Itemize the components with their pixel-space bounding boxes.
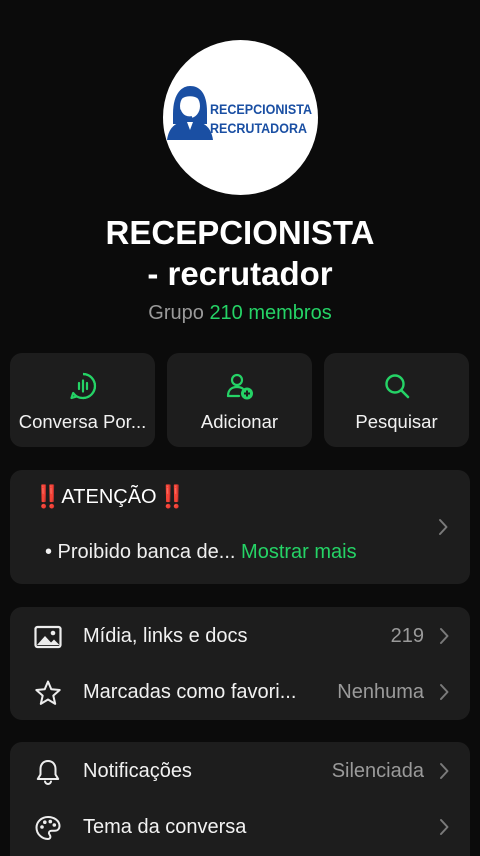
group-name-line2: - recrutador — [147, 255, 333, 292]
description-title: ‼️ ATENÇÃO ‼️ — [34, 484, 186, 510]
starred-messages-value: Nenhuma — [337, 681, 424, 703]
logo-text-line1: RECEPCIONISTA — [210, 102, 312, 117]
logo-text-line2: RECRUTADORA — [210, 121, 307, 136]
group-info-screen: RECEPCIONISTA RECRUTADORA RECEPCIONISTA … — [0, 0, 480, 856]
voice-chat-icon — [69, 372, 96, 400]
add-member-button[interactable]: Adicionar — [167, 353, 312, 447]
starred-messages-label: Marcadas como favori... — [83, 681, 297, 703]
description-preview: • Proibido banca de... Mostrar mais — [45, 541, 357, 564]
chevron-right-icon — [440, 819, 449, 835]
description-title-text: ATENÇÃO — [61, 485, 157, 508]
notifications-label: Notificações — [83, 760, 192, 782]
voice-chat-button[interactable]: Conversa Por... — [10, 353, 155, 447]
search-label: Pesquisar — [355, 411, 438, 432]
alert-emoji-icon: ‼️ — [34, 484, 61, 509]
chevron-right-icon — [440, 684, 449, 700]
star-icon — [35, 680, 61, 705]
notifications-status: Silenciada — [331, 760, 424, 782]
media-links-docs-label: Mídia, links e docs — [83, 625, 248, 647]
group-type-label: Grupo — [148, 302, 204, 324]
notifications-row[interactable]: Notificações Silenciada — [10, 743, 470, 799]
palette-icon — [35, 816, 61, 840]
media-links-docs-row[interactable]: Mídia, links e docs 219 — [10, 608, 470, 664]
search-icon — [384, 374, 409, 399]
description-preview-text: • Proibido banca de... — [45, 541, 236, 563]
starred-messages-row[interactable]: Marcadas como favori... Nenhuma — [10, 664, 470, 720]
voice-chat-label: Conversa Por... — [18, 411, 147, 432]
add-person-icon — [226, 373, 253, 400]
search-button[interactable]: Pesquisar — [324, 353, 469, 447]
settings-list-card: Notificações Silenciada Tema da conversa — [10, 742, 470, 856]
group-meta: Grupo 210 membros — [0, 302, 480, 325]
group-name-line1: RECEPCIONISTA — [105, 214, 375, 251]
group-avatar[interactable]: RECEPCIONISTA RECRUTADORA — [163, 40, 318, 195]
alert-emoji-icon: ‼️ — [158, 484, 186, 509]
action-buttons: Conversa Por... Adicionar Pesquisar — [10, 353, 470, 447]
chat-theme-row[interactable]: Tema da conversa — [10, 799, 470, 855]
chevron-right-icon — [440, 763, 449, 779]
show-more-link[interactable]: Mostrar mais — [241, 541, 357, 563]
group-description[interactable]: ‼️ ATENÇÃO ‼️ • Proibido banca de... Mos… — [10, 470, 470, 584]
add-member-label: Adicionar — [200, 411, 279, 432]
chat-theme-label: Tema da conversa — [83, 816, 247, 838]
chevron-right-icon — [439, 519, 448, 535]
image-icon — [34, 625, 62, 649]
person-logo-icon — [167, 86, 213, 140]
media-list-card: Mídia, links e docs 219 Marcadas como fa… — [10, 607, 470, 720]
media-count: 219 — [390, 625, 424, 647]
group-name: RECEPCIONISTA - recrutador — [0, 212, 480, 294]
bell-icon — [36, 760, 60, 786]
chevron-right-icon — [440, 628, 449, 644]
members-count-link[interactable]: 210 membros — [209, 302, 331, 324]
